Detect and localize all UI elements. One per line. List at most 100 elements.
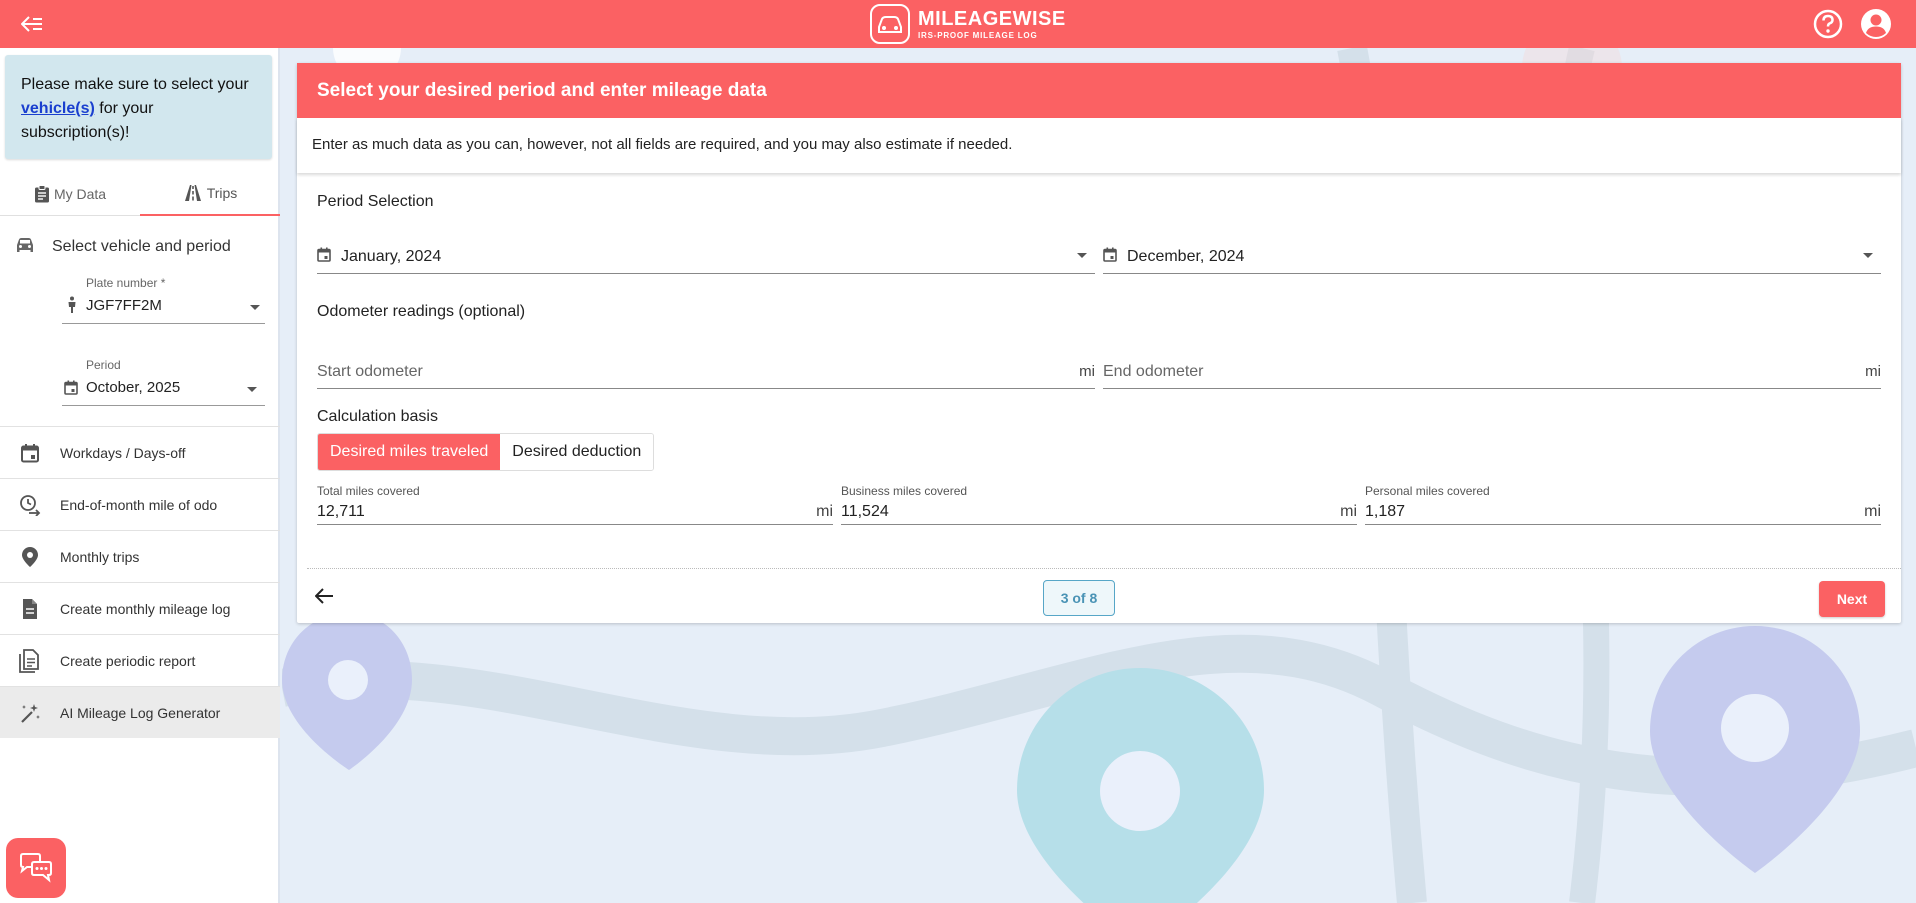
top-bar: MILEAGEWISE IRS-PROOF MILEAGE LOG [0, 0, 1916, 48]
end-odometer-placeholder: End odometer [1103, 363, 1204, 380]
period-end-value: December, 2024 [1127, 248, 1245, 265]
total-miles-input[interactable]: Total miles covered 12,711 mi [317, 484, 833, 525]
start-odometer-placeholder: Start odometer [317, 363, 423, 380]
end-odometer-unit: mi [1865, 363, 1881, 380]
desired-miles-option[interactable]: Desired miles traveled [318, 434, 501, 470]
plate-underline [62, 323, 265, 324]
start-odometer-unit: mi [1079, 363, 1095, 380]
map-pin-decoration-right [1650, 626, 1860, 873]
documents-icon [18, 649, 42, 673]
business-miles-input[interactable]: Business miles covered 11,524 mi [841, 484, 1357, 525]
calendar-icon [18, 441, 42, 465]
chevron-down-icon [250, 305, 260, 310]
start-odometer-input[interactable]: Start odometer mi [317, 353, 1095, 389]
menu-item-ai-mileage-log-generator[interactable]: AI Mileage Log Generator [0, 686, 280, 738]
personal-miles-unit: mi [1864, 503, 1881, 520]
card-header: Select your desired period and enter mil… [297, 63, 1901, 118]
personal-miles-input[interactable]: Personal miles covered 1,187 mi [1365, 484, 1881, 525]
period-start-select[interactable]: January, 2024 [317, 238, 1095, 274]
tab-trips[interactable]: Trips [140, 172, 280, 216]
total-miles-unit: mi [816, 503, 833, 520]
chevron-down-icon [1077, 253, 1087, 258]
clipboard-icon [34, 185, 49, 203]
vehicle-notice: Please make sure to select your vehicle(… [5, 55, 272, 159]
calculation-basis-heading: Calculation basis [317, 408, 438, 425]
period-label: Period [86, 358, 121, 372]
brand-logo[interactable]: MILEAGEWISE IRS-PROOF MILEAGE LOG [870, 3, 1066, 45]
menu-item-label: Workdays / Days-off [60, 444, 186, 461]
period-end-select[interactable]: December, 2024 [1103, 238, 1881, 274]
period-underline [62, 405, 265, 406]
chat-bubbles-icon [20, 853, 52, 883]
help-button[interactable] [1812, 8, 1844, 40]
select-vehicle-section: Select vehicle and period [0, 230, 280, 262]
menu-item-monthly-trips[interactable]: Monthly trips [0, 530, 280, 582]
personal-miles-value: 1,187 [1365, 503, 1406, 520]
magic-wand-icon [18, 701, 42, 725]
menu-item-label: End-of-month mile of odo [60, 496, 218, 513]
menu-item-label: Create periodic report [60, 652, 196, 669]
odometer-heading: Odometer readings (optional) [317, 303, 526, 320]
calendar-icon [317, 247, 331, 262]
question-circle-icon [1813, 9, 1843, 39]
select-vehicle-title: Select vehicle and period [52, 238, 231, 255]
clock-arrow-icon [18, 493, 42, 517]
step-indicator: 3 of 8 [1043, 580, 1115, 616]
map-pin-decoration-center [1017, 668, 1264, 903]
next-button[interactable]: Next [1819, 581, 1885, 617]
menu-item-workdays[interactable]: Workdays / Days-off [0, 426, 280, 478]
map-pin-decoration-left [282, 613, 412, 770]
sidebar-menu: Workdays / Days-off End-of-month mile of… [0, 426, 280, 738]
account-button[interactable] [1860, 8, 1892, 40]
previous-step-button[interactable] [314, 588, 335, 609]
period-start-value: January, 2024 [341, 248, 442, 265]
menu-item-create-periodic-report[interactable]: Create periodic report [0, 634, 280, 686]
menu-item-label: AI Mileage Log Generator [60, 704, 221, 721]
tab-my-data-label: My Data [53, 186, 107, 202]
personal-miles-label: Personal miles covered [1365, 484, 1490, 498]
business-miles-label: Business miles covered [841, 484, 968, 498]
car-logo-icon [870, 4, 910, 44]
brand-title: MILEAGEWISE [918, 7, 1066, 30]
document-icon [18, 597, 42, 621]
account-circle-icon [1861, 9, 1891, 39]
menu-item-label: Create monthly mileage log [60, 600, 231, 617]
collapse-sidebar-button[interactable] [18, 10, 46, 38]
period-value: October, 2025 [86, 379, 181, 396]
mileage-wizard-card: Select your desired period and enter mil… [297, 63, 1901, 623]
plate-number-label: Plate number * [86, 276, 166, 290]
plate-number-select[interactable]: Plate number * JGF7FF2M [62, 276, 265, 324]
calendar-icon [64, 380, 78, 395]
total-miles-value: 12,711 [317, 503, 365, 520]
menu-item-create-monthly-log[interactable]: Create monthly mileage log [0, 582, 280, 634]
total-miles-label: Total miles covered [317, 484, 420, 498]
menu-item-end-of-month-odo[interactable]: End-of-month mile of odo [0, 478, 280, 530]
tab-trips-label: Trips [206, 185, 238, 201]
sidebar-tabs: My Data Trips [0, 172, 280, 216]
map-pin-icon [18, 545, 42, 569]
person-icon [68, 296, 76, 313]
desired-deduction-option[interactable]: Desired deduction [500, 434, 654, 470]
vehicles-link[interactable]: vehicle(s) [21, 100, 95, 117]
card-subtitle: Enter as much data as you can, however, … [297, 118, 1901, 173]
sidebar: Please make sure to select your vehicle(… [0, 48, 280, 903]
end-odometer-input[interactable]: End odometer mi [1103, 353, 1881, 389]
chevron-down-icon [247, 387, 257, 392]
chat-support-button[interactable] [6, 838, 66, 898]
car-icon [17, 238, 33, 252]
menu-item-label: Monthly trips [60, 548, 140, 565]
arrow-left-icon [314, 588, 333, 604]
period-selection-heading: Period Selection [317, 193, 434, 210]
arrow-left-collapse-icon [21, 16, 42, 32]
footer-divider [307, 568, 1901, 569]
business-miles-unit: mi [1340, 503, 1357, 520]
chevron-down-icon [1863, 253, 1873, 258]
calculation-basis-toggle: Desired miles traveled Desired deduction [317, 433, 655, 471]
period-select[interactable]: Period October, 2025 [62, 358, 265, 406]
plate-number-value: JGF7FF2M [86, 297, 162, 314]
calendar-icon [1103, 247, 1117, 262]
business-miles-value: 11,524 [841, 503, 889, 520]
notice-text: Please make sure to select your [21, 76, 249, 93]
tab-my-data[interactable]: My Data [0, 172, 140, 216]
road-icon [184, 185, 201, 201]
